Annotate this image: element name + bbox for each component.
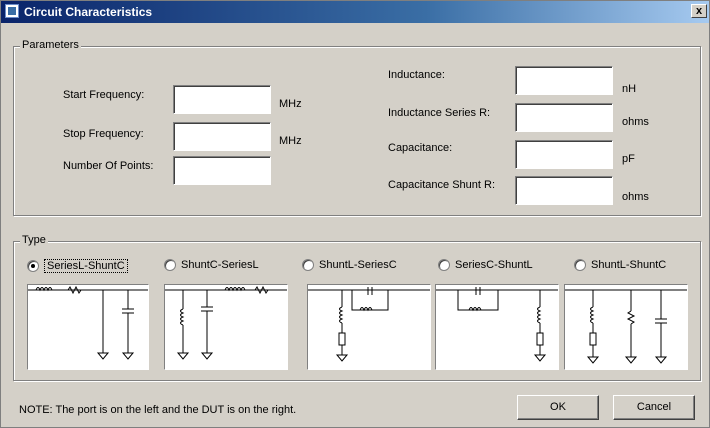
radio-seriescshuntl[interactable]: SeriesC-ShuntL	[438, 259, 533, 271]
parameters-group-label: Parameters	[20, 39, 81, 51]
diagram-seriescshuntl	[435, 284, 559, 370]
inductance-input[interactable]	[515, 66, 613, 95]
radio-label-serieslshuntc: SeriesL-ShuntC	[44, 259, 128, 273]
capacitance-input[interactable]	[515, 140, 613, 169]
window-title: Circuit Characteristics	[24, 5, 153, 19]
radio-button-shuntlseriesc[interactable]	[302, 259, 314, 271]
radio-serieslshuntc[interactable]: SeriesL-ShuntC	[27, 259, 128, 273]
diagram-shuntlseriesc	[307, 284, 431, 370]
inductance-series-r-unit: ohms	[622, 116, 649, 128]
radio-button-seriescshuntl[interactable]	[438, 259, 450, 271]
radio-label-shuntlshuntc: ShuntL-ShuntC	[591, 259, 667, 271]
dialog-window: Circuit Characteristics x Parameters Sta…	[0, 0, 710, 428]
inductance-series-r-label: Inductance Series R:	[388, 107, 491, 119]
ok-button[interactable]: OK	[517, 395, 599, 420]
stop-frequency-unit: MHz	[279, 135, 302, 147]
capacitance-shunt-r-label: Capacitance Shunt R:	[388, 179, 496, 191]
title-bar[interactable]: Circuit Characteristics x	[1, 1, 709, 23]
radio-label-seriescshuntl: SeriesC-ShuntL	[455, 259, 533, 271]
diagram-shuntcseriesl	[164, 284, 288, 370]
close-button[interactable]: x	[691, 4, 707, 18]
app-icon	[5, 4, 19, 18]
stop-frequency-label: Stop Frequency:	[63, 128, 144, 140]
radio-label-shuntlseriesc: ShuntL-SeriesC	[319, 259, 397, 271]
start-frequency-unit: MHz	[279, 98, 302, 110]
radio-shuntlshuntc[interactable]: ShuntL-ShuntC	[574, 259, 666, 271]
inductance-unit: nH	[622, 83, 637, 95]
diagram-serieslshuntc	[27, 284, 149, 370]
radio-shuntcseriesl[interactable]: ShuntC-SeriesL	[164, 259, 259, 271]
number-of-points-label: Number Of Points:	[63, 160, 154, 172]
inductance-series-r-input[interactable]	[515, 103, 613, 132]
stop-frequency-input[interactable]	[173, 122, 271, 151]
capacitance-shunt-r-unit: ohms	[622, 191, 649, 203]
cancel-button[interactable]: Cancel	[613, 395, 695, 420]
radio-button-shuntlshuntc[interactable]	[574, 259, 586, 271]
capacitance-unit: pF	[622, 153, 635, 165]
start-frequency-label: Start Frequency:	[63, 89, 145, 101]
number-of-points-input[interactable]	[173, 156, 271, 185]
radio-button-shuntcseriesl[interactable]	[164, 259, 176, 271]
inductance-label: Inductance:	[388, 69, 445, 81]
radio-label-shuntcseriesl: ShuntC-SeriesL	[181, 259, 259, 271]
start-frequency-input[interactable]	[173, 85, 271, 114]
radio-shuntlseriesc[interactable]: ShuntL-SeriesC	[302, 259, 397, 271]
capacitance-shunt-r-input[interactable]	[515, 176, 613, 205]
radio-button-serieslshuntc[interactable]	[27, 260, 39, 272]
diagram-shuntlshuntc	[564, 284, 688, 370]
type-group-label: Type	[20, 234, 48, 246]
capacitance-label: Capacitance:	[388, 142, 453, 154]
port-note: NOTE: The port is on the left and the DU…	[19, 404, 297, 416]
